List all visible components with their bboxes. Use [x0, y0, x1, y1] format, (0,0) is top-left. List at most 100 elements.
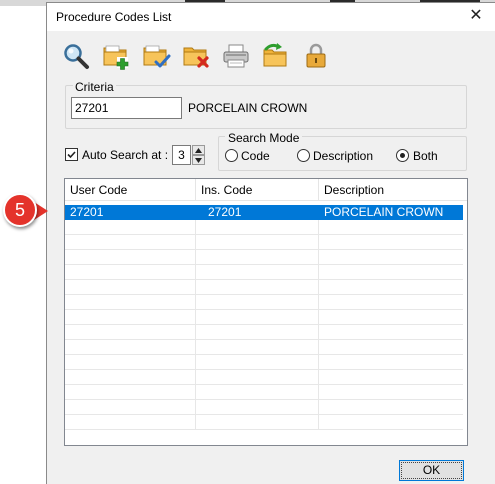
cell-description [319, 310, 463, 325]
title-bar: Procedure Codes List ✕ [47, 3, 495, 31]
search-mode-legend: Search Mode [225, 131, 303, 145]
cell-ins-code [196, 325, 319, 340]
cell-description [319, 295, 463, 310]
cell-user-code [65, 340, 196, 355]
add-folder-icon[interactable] [101, 41, 131, 71]
cell-description: PORCELAIN CROWN [324, 205, 444, 219]
criteria-legend: Criteria [73, 80, 116, 94]
cell-ins-code [196, 340, 319, 355]
checkmark-icon [67, 151, 76, 159]
cell-description [319, 280, 463, 295]
stepper-up-button[interactable] [192, 145, 205, 155]
table-row [65, 400, 463, 415]
stepper-down-button[interactable] [192, 155, 205, 165]
cell-description [319, 220, 463, 235]
export-folder-icon[interactable] [261, 41, 291, 71]
radio-selected-dot [400, 153, 405, 158]
cell-user-code [65, 325, 196, 340]
cell-user-code [65, 295, 196, 310]
arrow-up-icon [195, 148, 202, 153]
cell-ins-code: 27201 [196, 205, 319, 220]
radio-code-label: Code [241, 149, 270, 163]
table-row [65, 235, 463, 250]
radio-both[interactable] [396, 149, 409, 162]
table-header: User Code Ins. Code Description [65, 179, 467, 201]
cell-user-code [65, 385, 196, 400]
cell-description [319, 415, 463, 430]
cell-description [319, 265, 463, 280]
cell-description [319, 400, 463, 415]
radio-code[interactable] [225, 149, 238, 162]
cell-user-code [65, 220, 196, 235]
auto-search-stepper [192, 145, 205, 165]
cell-ins-code [196, 415, 319, 430]
lock-icon[interactable] [301, 41, 331, 71]
cell-user-code [65, 355, 196, 370]
table-row [65, 325, 463, 340]
table-row [65, 355, 463, 370]
column-header-ins-code[interactable]: Ins. Code [196, 179, 319, 201]
cell-ins-code [196, 370, 319, 385]
cell-ins-code [196, 385, 319, 400]
cell-user-code [65, 235, 196, 250]
cell-description [319, 235, 463, 250]
auto-search-value[interactable]: 3 [172, 145, 191, 165]
cell-description [319, 250, 463, 265]
ok-button[interactable]: OK [399, 460, 464, 481]
search-icon[interactable] [61, 41, 91, 71]
cell-ins-code [196, 235, 319, 250]
table-row [65, 265, 463, 280]
radio-description-label: Description [313, 149, 374, 163]
column-header-user-code[interactable]: User Code [65, 179, 196, 201]
cell-ins-code [196, 250, 319, 265]
procedure-codes-table: User Code Ins. Code Description 27201 272… [64, 178, 468, 446]
cell-user-code [65, 250, 196, 265]
cell-ins-code [196, 280, 319, 295]
criteria-input[interactable] [71, 97, 182, 119]
table-row [65, 340, 463, 355]
table-row [65, 415, 463, 430]
radio-both-label: Both [413, 149, 438, 163]
cell-description [319, 340, 463, 355]
cell-user-code [65, 280, 196, 295]
radio-description[interactable] [297, 149, 310, 162]
cell-user-code [65, 310, 196, 325]
cell-description [319, 325, 463, 340]
cell-user-code [65, 400, 196, 415]
toolbar [61, 41, 361, 71]
edit-folder-icon[interactable] [141, 41, 171, 71]
arrow-down-icon [195, 158, 202, 163]
table-row [65, 385, 463, 400]
table-row [65, 280, 463, 295]
cell-description [319, 355, 463, 370]
cell-ins-code [196, 310, 319, 325]
cell-ins-code [196, 265, 319, 280]
cell-ins-code [196, 220, 319, 235]
auto-search-checkbox[interactable] [65, 148, 78, 161]
table-row[interactable]: 27201 27201 PORCELAIN CROWN [65, 205, 463, 220]
print-icon[interactable] [221, 41, 251, 71]
table-row [65, 250, 463, 265]
cell-user-code [65, 415, 196, 430]
window-title: Procedure Codes List [56, 10, 172, 24]
column-header-description[interactable]: Description [319, 179, 467, 201]
cell-description [319, 385, 463, 400]
auto-search-label: Auto Search at : [82, 148, 169, 162]
cell-ins-code [196, 295, 319, 310]
close-icon[interactable]: ✕ [465, 6, 487, 26]
cell-user-code: 27201 [65, 205, 196, 220]
table-row [65, 310, 463, 325]
table-row [65, 220, 463, 235]
cell-ins-code [196, 355, 319, 370]
callout-number: 5 [14, 200, 25, 220]
cell-user-code [65, 265, 196, 280]
cell-ins-code [196, 400, 319, 415]
procedure-codes-dialog: Procedure Codes List ✕ Criteria 27201 PO… [46, 2, 495, 484]
cell-user-code [65, 370, 196, 385]
criteria-description: PORCELAIN CROWN [188, 101, 308, 115]
delete-folder-icon[interactable] [181, 41, 211, 71]
table-row [65, 295, 463, 310]
table-row [65, 370, 463, 385]
cell-description [319, 370, 463, 385]
step-callout: 5 [3, 193, 48, 237]
